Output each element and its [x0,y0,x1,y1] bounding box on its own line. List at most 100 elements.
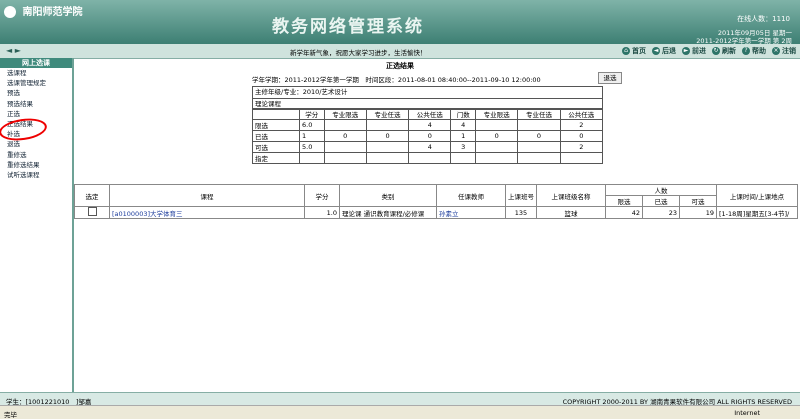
stats-cell [323,119,367,131]
col-course: 课程 [109,184,305,207]
stats-cell [365,119,410,131]
avail-cell: 19 [679,206,717,219]
notice-text: 新学年新气象，祝愿大家学习进步，生活愉快！ [290,49,427,57]
select-checkbox[interactable] [87,207,97,216]
stats-header: 专业任选 [517,108,561,120]
stats-header: 公共任选 [408,108,452,120]
stats-cell [408,152,452,164]
stats-cell [475,152,519,164]
col-teacher: 任课教师 [436,184,506,207]
notice-bar: ◄ ► 新学年新气象，祝愿大家学习进步，生活愉快！ ⌂ 首页 ◄ 后退 ► 前进 ↻ 刷… [0,44,800,59]
stats-cell: 0 [559,130,604,142]
col-chosen: 已选 [642,195,680,207]
major-line: 主修年级/专业：2010/艺术设计 [253,87,602,99]
nav-home[interactable]: ⌂ 首页 [622,46,646,56]
stats-cell [559,152,604,164]
course-header-row: 选定 课程 学分 类别 任课教师 上课班号 上课班级名称 人数 上课时间/上课地… [74,184,798,207]
nav-label: 刷新 [722,47,736,55]
nav-forward[interactable]: ► 前进 [682,46,706,56]
stats-header-row: 学分 专业限选 专业任选 公共任选 门数 专业限选 专业任选 公共任选 [252,108,604,120]
status-zone: Internet [734,409,760,417]
select-cell [74,206,110,219]
main-content: 正选结果 学年学期：2011-2012学年第一学期 时间区段：2011-08-0… [74,58,800,392]
stats-corner [252,108,300,120]
limit-cell: 42 [605,206,643,219]
nav-label: 首页 [632,47,646,55]
nav-help[interactable]: ? 帮助 [742,46,766,56]
stats-cell: 1 [299,130,325,142]
stats-cell: 0 [365,130,410,142]
stats-cell: 1 [450,130,477,142]
sidebar-item-audit[interactable]: 试听选课程 [0,170,72,180]
credit-stats-table: 学分 专业限选 专业任选 公共任选 门数 专业限选 专业任选 公共任选 限选 6… [252,108,604,164]
col-time-place: 上课时间/上课地点 [716,184,798,207]
sidebar-item-formal-select[interactable]: 正选 [0,109,72,119]
stats-cell [365,152,410,164]
col-avail: 可选 [679,195,717,207]
nav-label: 前进 [692,47,706,55]
stats-cell: 2 [559,141,604,153]
stats-cell: 3 [450,141,477,153]
stats-row-label: 指定 [252,152,300,164]
stats-cell: 0 [408,130,452,142]
help-icon: ? [742,47,750,55]
course-link[interactable]: [a0100003]大学体育三 [109,206,305,219]
withdraw-button[interactable]: 退选 [598,72,622,84]
stats-header: 专业限选 [475,108,519,120]
sidebar-toggle-arrows[interactable]: ◄ ► [6,46,21,55]
stats-cell: 2 [559,119,604,131]
stats-cell: 0 [475,130,519,142]
stats-header: 公共任选 [559,108,604,120]
stats-row: 限选 6.0 4 4 2 [252,119,604,131]
stats-cell [323,152,367,164]
stats-cell [475,119,519,131]
sidebar-item-preselect[interactable]: 预选 [0,88,72,98]
chosen-cell: 23 [642,206,680,219]
page-title: 正选结果 [386,62,414,70]
stats-header: 学分 [299,108,325,120]
stats-cell [517,141,561,153]
nav-refresh[interactable]: ↻ 刷新 [712,46,736,56]
sidebar-item-course[interactable]: 选课程 [0,68,72,78]
header-banner: 南阳师范学院 教务网络管理系统 在线人数：1110 2011年09月05日 星期… [0,0,800,45]
nav-label: 注销 [782,47,796,55]
sidebar-item-rules[interactable]: 选课管理规定 [0,78,72,88]
course-table: 选定 课程 学分 类别 任课教师 上课班号 上课班级名称 人数 上课时间/上课地… [74,184,798,219]
col-select: 选定 [74,184,110,207]
stats-cell [517,152,561,164]
logout-icon: × [772,47,780,55]
stats-cell [323,141,367,153]
stats-header: 专业限选 [323,108,367,120]
nav-logout[interactable]: × 注销 [772,46,796,56]
teacher-link[interactable]: 孙素立 [436,206,506,219]
stats-cell [450,152,477,164]
col-class-no: 上课班号 [505,184,537,207]
col-count: 人数 [605,184,717,196]
system-title: 教务网络管理系统 [272,17,424,37]
stats-cell [517,119,561,131]
nav-back[interactable]: ◄ 后退 [652,46,676,56]
sidebar: 网上选课 选课程 选课管理规定 预选 预选结果 正选 正选结果 补选 退选 重修… [0,58,74,392]
stats-row-label: 限选 [252,119,300,131]
school-logo: 南阳师范学院 [4,3,82,18]
stats-row: 指定 [252,152,604,164]
credit-cell: 1.0 [304,206,340,219]
major-info-box: 主修年级/专业：2010/艺术设计 理论课程 [252,86,603,110]
col-class-name: 上课班级名称 [536,184,606,207]
top-nav: ⌂ 首页 ◄ 后退 ► 前进 ↻ 刷新 ? 帮助 × 注销 [622,46,796,56]
term-info: 学年学期：2011-2012学年第一学期 时间区段：2011-08-01 08:… [252,76,541,84]
col-credit: 学分 [304,184,340,207]
sidebar-item-withdraw[interactable]: 退选 [0,139,72,149]
sidebar-item-retake[interactable]: 重修选 [0,150,72,160]
stats-row: 已选 1 0 0 0 1 0 0 0 [252,130,604,142]
time-place-cell: [1-18周]星期五[3-4节]/ [716,206,798,219]
stats-row: 可选 5.0 4 3 2 [252,141,604,153]
class-name-cell: 篮球 [536,206,606,219]
forward-icon: ► [682,47,690,55]
sidebar-item-preselect-result[interactable]: 预选结果 [0,99,72,109]
stats-header: 门数 [450,108,477,120]
sidebar-item-retake-result[interactable]: 重修选结果 [0,160,72,170]
online-count: 在线人数：1110 [737,15,790,23]
stats-cell: 0 [323,130,367,142]
stats-cell: 0 [517,130,561,142]
